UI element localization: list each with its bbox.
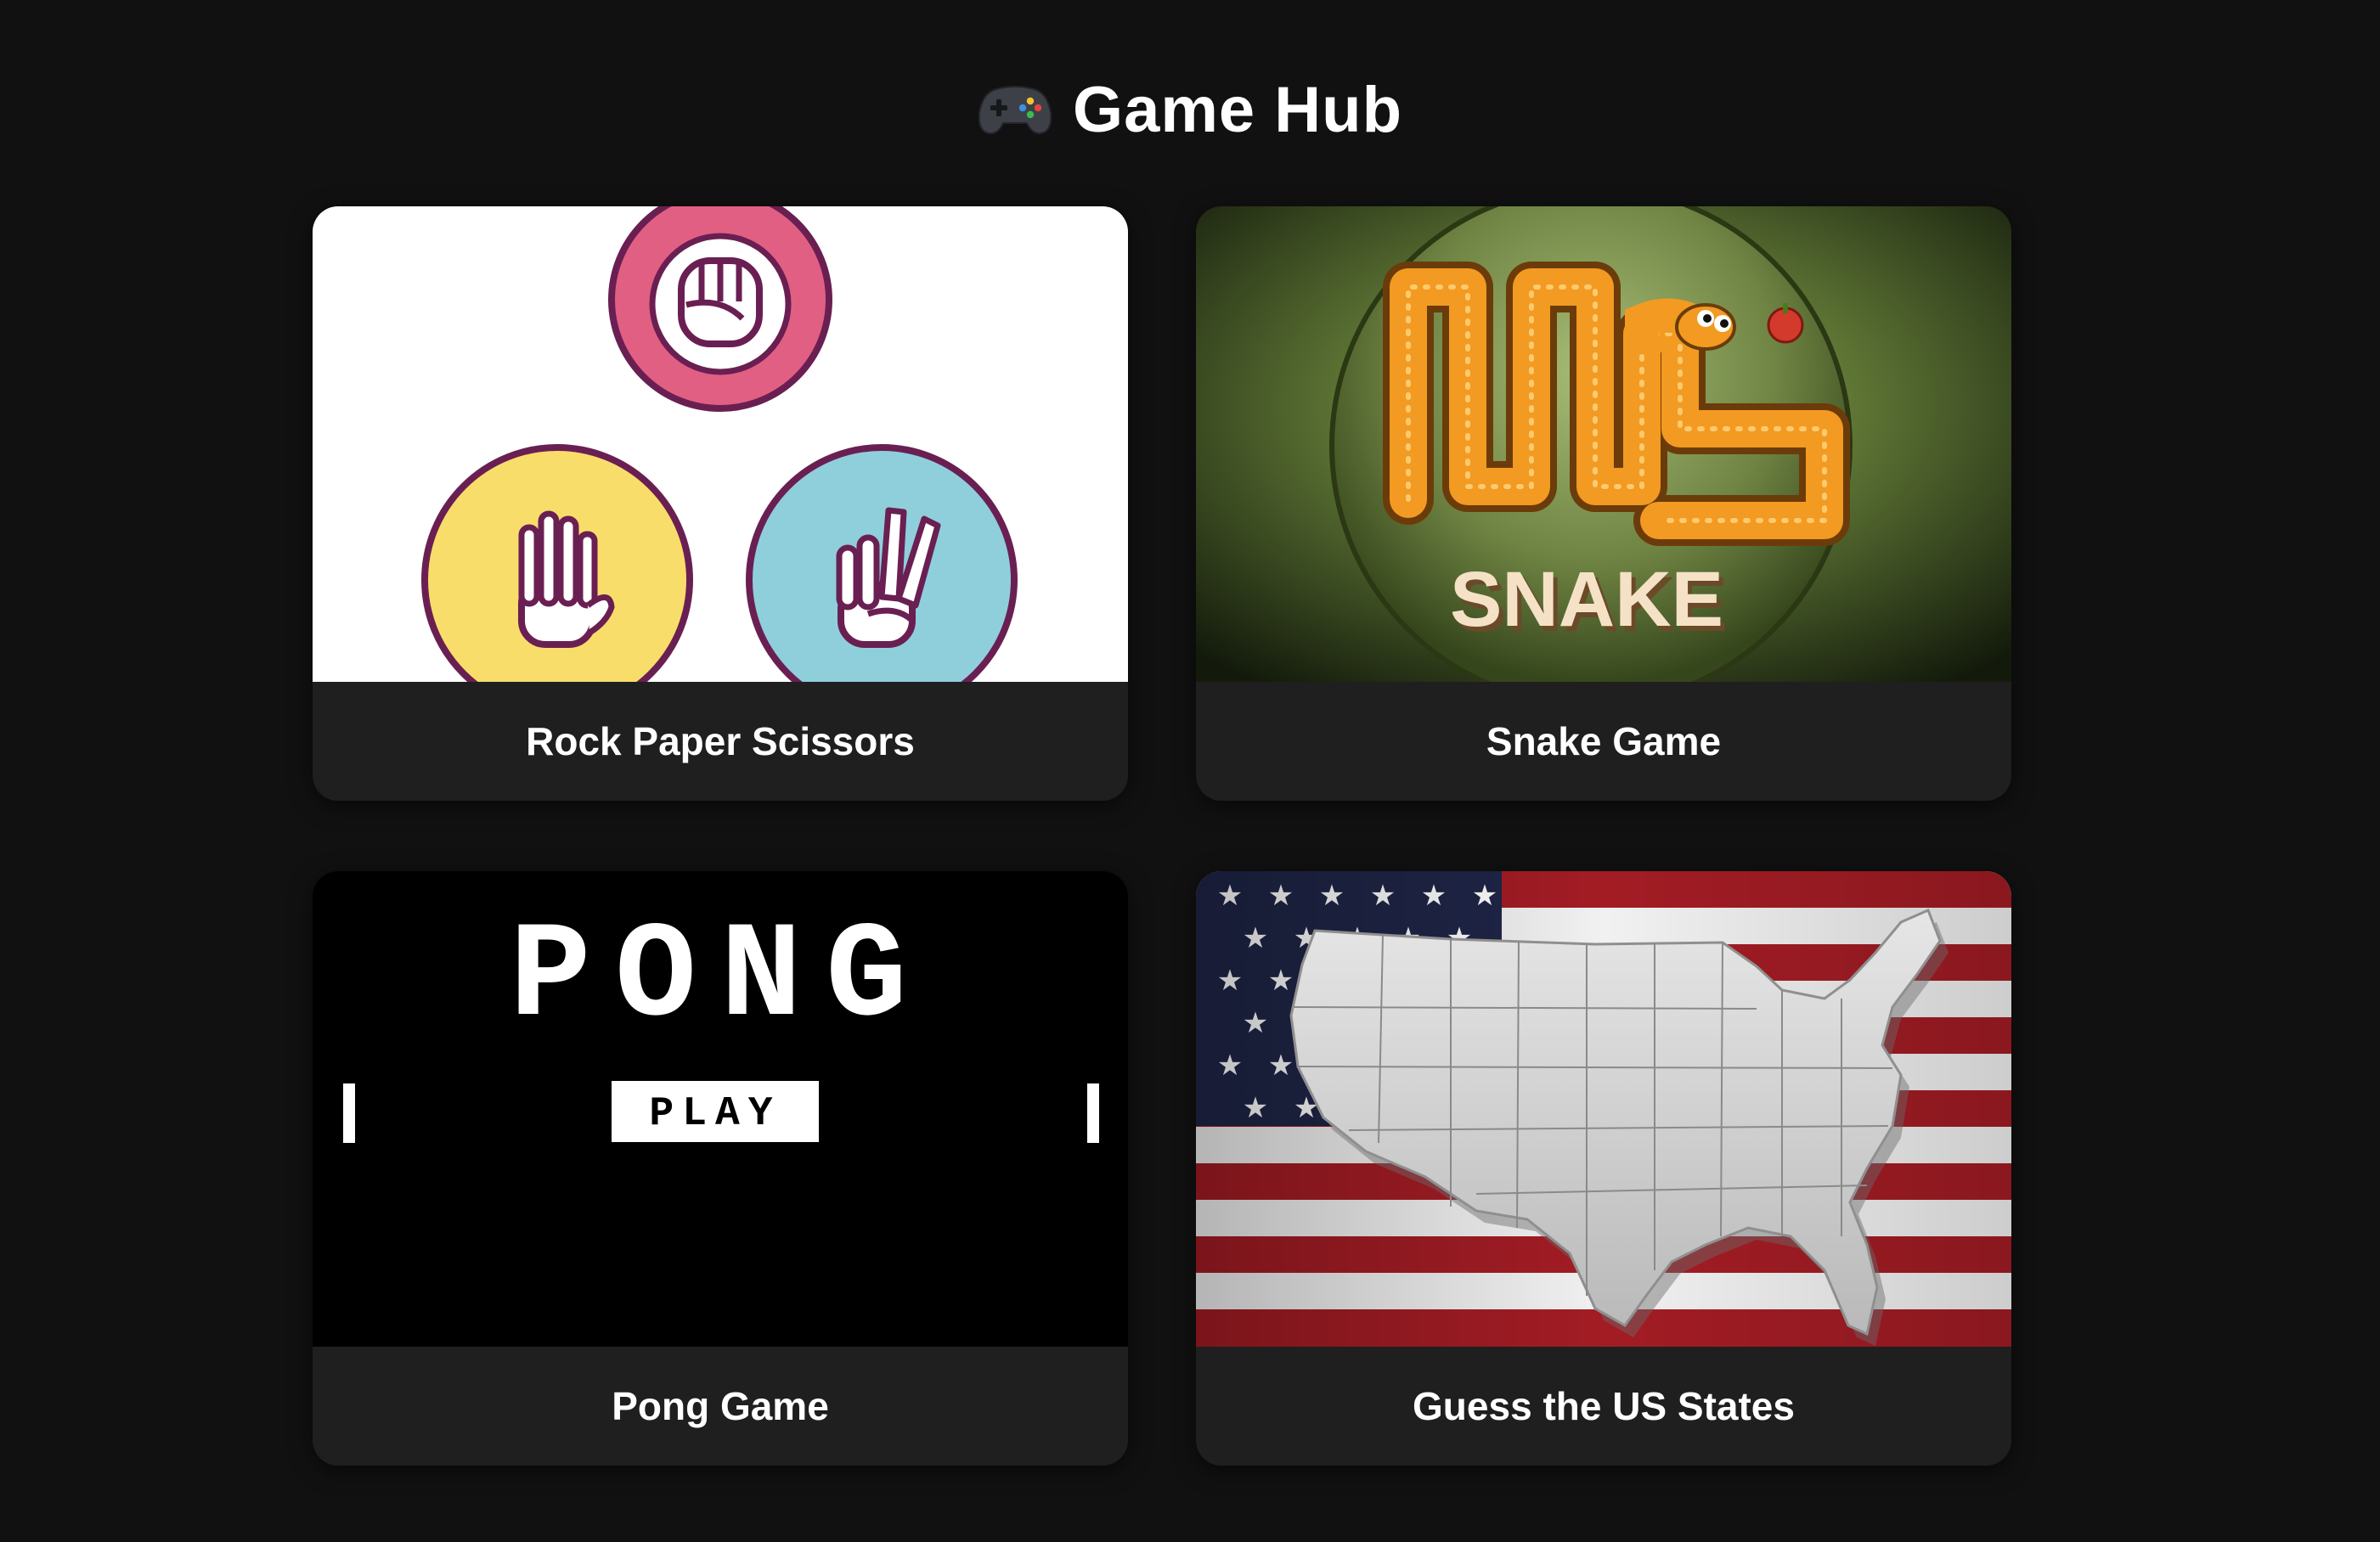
svg-text:PLAY: PLAY [649,1091,781,1137]
game-hub-page: Game Hub Rock Paper Scissors SNAKE SNAKE… [0,0,2380,1542]
game-title[interactable]: Snake Game [1196,682,2011,801]
game-controller-icon [978,86,1052,135]
page-title: Game Hub [1072,74,1403,146]
game-card-pong[interactable]: PONG PLAY Pong Game [313,871,1128,1466]
rock-paper-scissors-image[interactable] [313,206,1128,682]
game-title[interactable]: Guess the US States [1196,1347,2011,1466]
svg-text:PONG: PONG [510,902,931,1055]
us-states-game-image[interactable]: ★★★★★★ ★★★★★ ★★★★★★ ★★★★★ ★★★★★★ ★★★★★ [1196,871,2011,1347]
game-card-snake[interactable]: SNAKE SNAKE Snake Game [1196,206,2011,801]
game-card-rock-paper-scissors[interactable]: Rock Paper Scissors [313,206,1128,801]
svg-text:SNAKE: SNAKE [1450,556,1723,643]
page-header: Game Hub [0,68,2380,153]
game-title[interactable]: Pong Game [313,1347,1128,1466]
game-title[interactable]: Rock Paper Scissors [313,682,1128,801]
snake-game-image[interactable]: SNAKE SNAKE [1196,206,2011,682]
pong-game-image[interactable]: PONG PLAY [313,871,1128,1347]
game-card-us-states[interactable]: ★★★★★★ ★★★★★ ★★★★★★ ★★★★★ ★★★★★★ ★★★★★ [1196,871,2011,1466]
